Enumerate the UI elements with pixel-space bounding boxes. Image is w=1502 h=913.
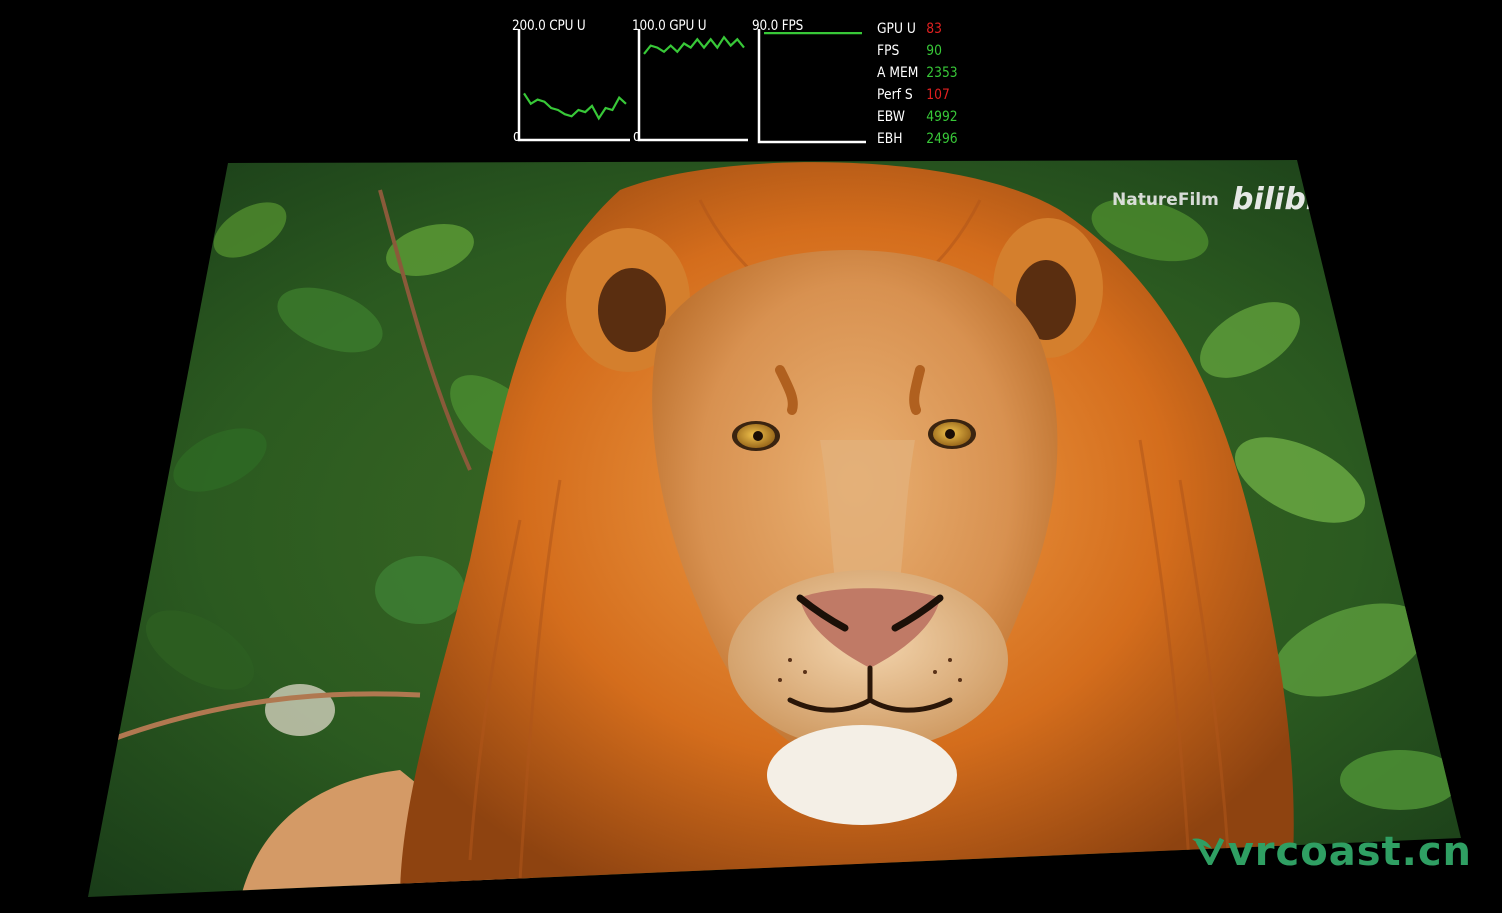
stat-ebh: EBH 2496	[877, 128, 958, 150]
stat-value: 4992	[926, 109, 958, 125]
video-panel: NatureFilm bilibili	[88, 160, 1461, 897]
fps-graph-plot	[757, 29, 866, 144]
stat-a-mem: A MEM 2353	[877, 62, 958, 84]
cpu-graph-zero: 0	[513, 130, 521, 144]
watermark-text: vrcoast.cn	[1227, 829, 1472, 875]
graph-axis	[757, 29, 866, 144]
stat-value: 83	[926, 21, 942, 37]
stat-label: FPS	[877, 43, 900, 59]
graph-series-line	[643, 35, 745, 55]
gpu-graph: 100.0 GPU U 0	[632, 18, 748, 144]
gpu-graph-plot	[637, 29, 748, 142]
graph-axis	[517, 29, 630, 142]
leaf-icon	[1190, 829, 1224, 875]
stats-panel: GPU U 83 FPS 90 A MEM 2353 Perf S 107 EB…	[877, 18, 969, 150]
stat-value: 107	[926, 87, 950, 103]
site-watermark: vrcoast.cn	[1190, 829, 1472, 875]
stat-value: 2496	[926, 131, 958, 147]
stat-value: 90	[926, 43, 942, 59]
stat-label: GPU U	[877, 21, 916, 37]
stat-ebw: EBW 4992	[877, 106, 958, 128]
stat-gpu-u: GPU U 83	[877, 18, 958, 40]
gpu-graph-zero: 0	[633, 130, 641, 144]
stat-label: Perf S	[877, 87, 913, 103]
stat-value: 2353	[926, 65, 958, 81]
graph-series-line	[523, 92, 627, 121]
stat-label: EBH	[877, 131, 903, 147]
bilibili-logo: bilibili	[1232, 182, 1337, 217]
stat-perf-s: Perf S 107	[877, 84, 958, 106]
stat-label: EBW	[877, 109, 905, 125]
fps-graph: 90.0 FPS	[752, 18, 866, 144]
stat-label: A MEM	[877, 65, 919, 81]
channel-name: NatureFilm	[1112, 190, 1219, 210]
cpu-graph: 200.0 CPU U 0	[512, 18, 630, 144]
stat-fps: FPS 90	[877, 40, 958, 62]
cpu-graph-plot	[517, 29, 630, 142]
